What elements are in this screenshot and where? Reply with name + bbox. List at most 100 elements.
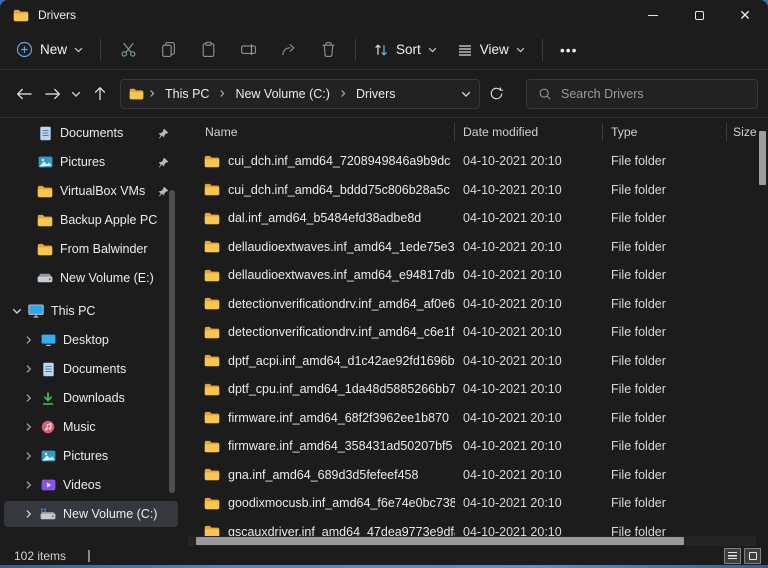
sidebar-item-from-balwinder[interactable]: From Balwinder bbox=[4, 236, 178, 262]
more-options-button[interactable]: ••• bbox=[550, 42, 588, 58]
maximize-icon bbox=[695, 11, 704, 20]
table-row[interactable]: firmware.inf_amd64_358431ad50207bf5 04-1… bbox=[182, 432, 768, 461]
column-divider[interactable] bbox=[726, 123, 727, 141]
sidebar-item-videos[interactable]: Videos bbox=[4, 472, 178, 498]
sidebar-item-documents[interactable]: Documents bbox=[4, 356, 178, 382]
file-name: detectionverificationdrv.inf_amd64_c6e1f… bbox=[228, 325, 455, 339]
column-header-name[interactable]: Name bbox=[182, 125, 455, 139]
breadcrumb-this-pc[interactable]: This PC bbox=[160, 85, 214, 103]
chevron-right-icon[interactable] bbox=[24, 509, 39, 519]
chevron-right-icon[interactable] bbox=[24, 422, 39, 432]
forward-button[interactable] bbox=[38, 80, 66, 108]
table-row[interactable]: dptf_acpi.inf_amd64_d1c42ae92fd1696b 04-… bbox=[182, 347, 768, 376]
sidebar-item-downloads[interactable]: Downloads bbox=[4, 385, 178, 411]
sidebar-item-new-volume-e[interactable]: New Volume (E:) bbox=[4, 265, 178, 291]
file-name: detectionverificationdrv.inf_amd64_af0e6… bbox=[228, 297, 455, 311]
file-date: 04-10-2021 20:10 bbox=[455, 354, 603, 368]
sidebar-item-pictures-pinned[interactable]: Pictures bbox=[4, 149, 178, 175]
document-icon bbox=[39, 362, 57, 377]
share-button[interactable] bbox=[268, 33, 308, 67]
back-button[interactable] bbox=[10, 80, 38, 108]
sidebar-item-label: Backup Apple PC bbox=[60, 213, 157, 227]
table-row[interactable]: cui_dch.inf_amd64_bddd75c806b28a5c 04-10… bbox=[182, 176, 768, 205]
details-view-button[interactable] bbox=[724, 548, 741, 564]
paste-button[interactable] bbox=[188, 33, 228, 67]
sort-button[interactable]: Sort bbox=[363, 36, 447, 64]
table-row[interactable]: gna.inf_amd64_689d3d5fefeef458 04-10-202… bbox=[182, 461, 768, 490]
close-button[interactable]: ✕ bbox=[722, 0, 768, 30]
address-dropdown-button[interactable] bbox=[461, 89, 471, 99]
column-header-date-modified[interactable]: Date modified bbox=[455, 125, 603, 139]
drive-windows-icon bbox=[39, 508, 57, 520]
sidebar-item-music[interactable]: Music bbox=[4, 414, 178, 440]
sidebar-item-virtualbox-vms[interactable]: VirtualBox VMs bbox=[4, 178, 178, 204]
search-input[interactable] bbox=[561, 87, 746, 101]
file-date: 04-10-2021 20:10 bbox=[455, 211, 603, 225]
large-icons-view-button[interactable] bbox=[744, 548, 761, 564]
table-row[interactable]: dellaudioextwaves.inf_amd64_1ede75e32992… bbox=[182, 233, 768, 262]
table-row[interactable]: goodixmocusb.inf_amd64_f6e74e0bc7382d9f … bbox=[182, 489, 768, 518]
file-name: cui_dch.inf_amd64_7208949846a9b9dc bbox=[228, 154, 450, 168]
table-row[interactable]: dellaudioextwaves.inf_amd64_e94817dbff35… bbox=[182, 261, 768, 290]
sidebar-item-label: Pictures bbox=[63, 449, 108, 463]
table-row[interactable]: dal.inf_amd64_b5484efd38adbe8d 04-10-202… bbox=[182, 204, 768, 233]
column-divider[interactable] bbox=[454, 123, 455, 141]
sidebar-item-label: Pictures bbox=[60, 155, 105, 169]
file-date: 04-10-2021 20:10 bbox=[455, 382, 603, 396]
table-row[interactable]: detectionverificationdrv.inf_amd64_af0e6… bbox=[182, 290, 768, 319]
file-date: 04-10-2021 20:10 bbox=[455, 439, 603, 453]
chevron-right-icon[interactable] bbox=[24, 335, 39, 345]
up-button[interactable] bbox=[86, 80, 114, 108]
file-type: File folder bbox=[603, 268, 727, 282]
search-box[interactable] bbox=[526, 79, 758, 109]
recent-locations-button[interactable] bbox=[66, 80, 86, 108]
clipboard-icon bbox=[200, 41, 217, 58]
file-type: File folder bbox=[603, 240, 727, 254]
table-row[interactable]: cui_dch.inf_amd64_7208949846a9b9dc 04-10… bbox=[182, 147, 768, 176]
sidebar-scrollbar[interactable] bbox=[169, 190, 175, 493]
horizontal-scrollbar-track[interactable] bbox=[188, 536, 756, 546]
vertical-scrollbar[interactable] bbox=[759, 131, 766, 185]
sort-arrows-icon bbox=[373, 42, 389, 58]
minimize-button[interactable] bbox=[630, 0, 676, 30]
column-divider[interactable] bbox=[602, 123, 603, 141]
breadcrumb-new-volume-c[interactable]: New Volume (C:) bbox=[230, 85, 334, 103]
maximize-button[interactable] bbox=[676, 0, 722, 30]
delete-button[interactable] bbox=[308, 33, 348, 67]
toolbar-separator bbox=[100, 39, 101, 61]
chevron-down-icon[interactable] bbox=[12, 306, 27, 316]
column-header-type[interactable]: Type bbox=[603, 125, 727, 139]
table-row[interactable]: detectionverificationdrv.inf_amd64_c6e1f… bbox=[182, 318, 768, 347]
rename-button[interactable] bbox=[228, 33, 268, 67]
sidebar-item-new-volume-c[interactable]: New Volume (C:) bbox=[4, 501, 178, 527]
file-name: dal.inf_amd64_b5484efd38adbe8d bbox=[228, 211, 421, 225]
folder-icon bbox=[36, 185, 54, 198]
new-button-label: New bbox=[40, 42, 67, 57]
address-bar[interactable]: This PC New Volume (C:) Drivers bbox=[120, 79, 480, 109]
chevron-right-icon[interactable] bbox=[24, 393, 39, 403]
table-row[interactable]: firmware.inf_amd64_68f2f3962ee1b870 04-1… bbox=[182, 404, 768, 433]
chevron-right-icon[interactable] bbox=[24, 451, 39, 461]
new-button[interactable]: New bbox=[8, 35, 93, 64]
desktop-icon bbox=[39, 334, 57, 346]
sidebar-item-desktop[interactable]: Desktop bbox=[4, 327, 178, 353]
refresh-button[interactable] bbox=[482, 80, 510, 108]
chevron-right-icon[interactable] bbox=[24, 480, 39, 490]
file-date: 04-10-2021 20:10 bbox=[455, 183, 603, 197]
folder-icon bbox=[204, 468, 220, 481]
sidebar-item-pictures[interactable]: Pictures bbox=[4, 443, 178, 469]
view-button-label: View bbox=[480, 42, 509, 57]
view-button[interactable]: View bbox=[447, 36, 535, 64]
horizontal-scrollbar-thumb[interactable] bbox=[196, 537, 684, 545]
sidebar-item-backup-apple-pc[interactable]: Backup Apple PC bbox=[4, 207, 178, 233]
sort-button-label: Sort bbox=[396, 42, 421, 57]
window-title: Drivers bbox=[38, 8, 76, 22]
copy-button[interactable] bbox=[148, 33, 188, 67]
sidebar-item-documents-pinned[interactable]: Documents bbox=[4, 120, 178, 146]
file-date: 04-10-2021 20:10 bbox=[455, 325, 603, 339]
chevron-right-icon[interactable] bbox=[24, 364, 39, 374]
sidebar-item-this-pc[interactable]: This PC bbox=[4, 298, 178, 324]
breadcrumb-drivers[interactable]: Drivers bbox=[351, 85, 401, 103]
table-row[interactable]: dptf_cpu.inf_amd64_1da48d5885266bb7 04-1… bbox=[182, 375, 768, 404]
cut-button[interactable] bbox=[108, 33, 148, 67]
